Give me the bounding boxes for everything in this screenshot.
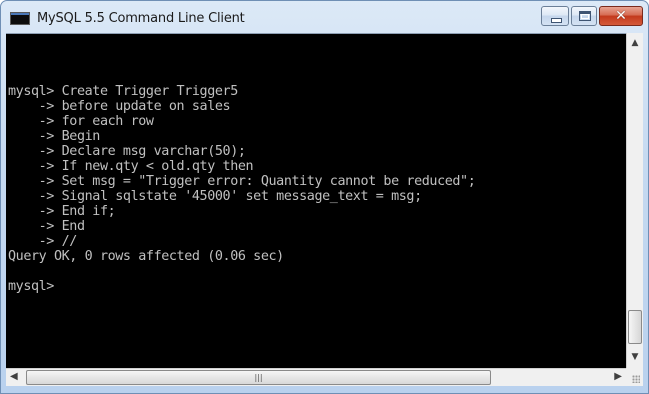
scroll-right-icon[interactable]: ▶ xyxy=(614,370,622,384)
maximize-icon xyxy=(579,11,591,21)
horizontal-scroll-thumb[interactable]: ||| xyxy=(26,370,491,385)
console-line: -> Begin xyxy=(8,129,101,144)
console-window-icon[interactable] xyxy=(10,12,30,25)
console-line: -> End xyxy=(8,219,85,234)
scroll-down-icon[interactable]: ▼ xyxy=(627,350,643,364)
console-line: -> Signal sqlstate '45000' set message_t… xyxy=(8,189,423,204)
console-line: -> End if; xyxy=(8,204,116,219)
title-bar[interactable]: MySQL 5.5 Command Line Client ✕ xyxy=(1,1,648,33)
grip-icon: ||| xyxy=(254,373,263,382)
close-icon: ✕ xyxy=(615,8,627,24)
scroll-left-icon[interactable]: ◀ xyxy=(10,370,18,384)
console-line: -> Declare msg varchar(50); xyxy=(8,144,246,159)
vertical-scroll-thumb[interactable] xyxy=(628,310,642,344)
window-title: MySQL 5.5 Command Line Client xyxy=(37,11,245,26)
minimize-button[interactable] xyxy=(541,6,569,26)
console-output[interactable]: mysql> Create Trigger Trigger5 -> before… xyxy=(6,33,626,369)
console-line: -> If new.qty < old.qty then xyxy=(8,159,254,174)
console-line: Query OK, 0 rows affected (0.06 sec) xyxy=(8,249,284,264)
close-button[interactable]: ✕ xyxy=(599,6,643,26)
horizontal-scrollbar[interactable]: ◀ ||| ▶ xyxy=(6,368,626,386)
minimize-icon xyxy=(551,18,562,23)
console-line: -> // xyxy=(8,234,78,249)
resize-grip-icon[interactable] xyxy=(626,368,643,386)
console-line: -> before update on sales xyxy=(8,99,231,114)
vertical-scrollbar[interactable]: ▲ ▼ xyxy=(626,33,643,368)
console-line: mysql> Create Trigger Trigger5 xyxy=(8,84,238,99)
console-line: mysql> xyxy=(8,279,54,294)
scroll-up-icon[interactable]: ▲ xyxy=(627,36,643,50)
mysql-client-window: MySQL 5.5 Command Line Client ✕ mysql> C… xyxy=(0,0,649,394)
maximize-button[interactable] xyxy=(571,6,597,26)
console-lines: mysql> Create Trigger Trigger5 -> before… xyxy=(8,84,476,294)
console-line: -> Set msg = "Trigger error: Quantity ca… xyxy=(8,174,476,189)
console-line: -> for each row xyxy=(8,114,154,129)
